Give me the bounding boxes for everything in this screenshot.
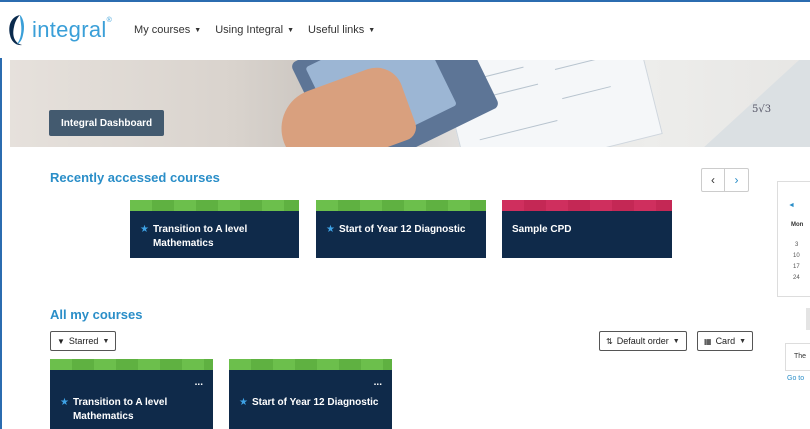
all-courses-heading: All my courses xyxy=(50,307,143,322)
banner-set-square xyxy=(690,60,810,147)
nav-item-using-integral[interactable]: Using Integral ▼ xyxy=(215,24,294,36)
course-name: Transition to A level Mathematics xyxy=(72,397,168,422)
course-color-band xyxy=(229,359,392,370)
main-menu: My courses ▼ Using Integral ▼ Useful lin… xyxy=(134,24,375,36)
recent-course-card[interactable]: ★ Start of Year 12 Diagnostic xyxy=(316,200,486,258)
calendar-day[interactable]: 10 xyxy=(793,253,800,259)
caret-down-icon: ▼ xyxy=(102,337,110,345)
side-block-text: The xyxy=(785,343,810,371)
nav-item-label: My courses xyxy=(134,24,191,36)
caret-down-icon: ▼ xyxy=(672,337,680,345)
recent-courses-heading: Recently accessed courses xyxy=(50,170,220,185)
course-title[interactable]: ★ Transition to A level Mathematics xyxy=(50,396,213,424)
course-name: Start of Year 12 Diagnostic xyxy=(251,397,379,408)
brand-logo[interactable]: integral® xyxy=(8,10,112,50)
integral-logo-icon xyxy=(8,13,26,47)
star-icon: ★ xyxy=(239,397,248,408)
course-title[interactable]: ★ Transition to A level Mathematics xyxy=(130,223,299,251)
nav-item-my-courses[interactable]: My courses ▼ xyxy=(134,24,201,36)
calendar-prev-icon[interactable]: ◄ xyxy=(788,202,795,209)
course-menu-icon[interactable]: ... xyxy=(195,377,203,388)
calendar-day[interactable]: 17 xyxy=(793,264,800,270)
nav-item-label: Useful links xyxy=(308,24,365,36)
brand-name: integral® xyxy=(32,17,113,42)
filter-label: Starred xyxy=(68,336,99,346)
course-menu-icon[interactable]: ... xyxy=(374,377,382,388)
chevron-right-icon[interactable]: › xyxy=(725,169,748,191)
grid-icon: ▦ xyxy=(704,336,712,346)
course-color-band xyxy=(130,200,299,211)
course-color-band xyxy=(502,200,672,211)
calendar-block: ◄ Mon 3 10 17 24 xyxy=(777,181,810,297)
filter-icon: ▼ xyxy=(57,336,65,346)
star-icon: ★ xyxy=(326,224,335,235)
integral-dashboard-button[interactable]: Integral Dashboard xyxy=(49,110,165,136)
top-navbar: integral® My courses ▼ Using Integral ▼ … xyxy=(0,2,810,58)
caret-down-icon: ▼ xyxy=(287,26,295,34)
recent-course-card[interactable]: ★ Transition to A level Mathematics xyxy=(130,200,299,258)
course-name: Transition to A level Mathematics xyxy=(152,224,248,249)
nav-item-useful-links[interactable]: Useful links ▼ xyxy=(308,24,375,36)
course-color-band xyxy=(50,359,213,370)
view-label: Card xyxy=(715,336,736,346)
calendar-weekday: Mon xyxy=(791,222,804,228)
caret-down-icon: ▼ xyxy=(368,26,376,34)
nav-item-label: Using Integral xyxy=(215,24,284,36)
window-left-border xyxy=(0,0,10,429)
caret-down-icon: ▼ xyxy=(739,337,747,345)
star-icon: ★ xyxy=(60,397,69,408)
recent-course-card[interactable]: Sample CPD xyxy=(502,200,672,258)
calendar-day[interactable]: 24 xyxy=(793,275,800,281)
chevron-left-icon[interactable]: ‹ xyxy=(702,169,725,191)
star-icon: ★ xyxy=(140,224,149,235)
course-name: Start of Year 12 Diagnostic xyxy=(338,224,466,235)
caret-down-icon: ▼ xyxy=(194,26,202,34)
calendar-day[interactable]: 3 xyxy=(795,242,798,248)
course-color-band xyxy=(316,200,486,211)
course-title[interactable]: ★ Start of Year 12 Diagnostic xyxy=(316,223,486,237)
side-block-link[interactable]: Go to xyxy=(787,375,804,382)
view-mode-dropdown[interactable]: ▦ Card ▼ xyxy=(697,331,754,351)
banner-math-text: 5√3 xyxy=(752,104,772,115)
sort-icon: ⇅ xyxy=(606,336,613,346)
course-card[interactable]: ... ★ Start of Year 12 Diagnostic xyxy=(229,359,392,429)
sort-order-dropdown[interactable]: ⇅ Default order ▼ xyxy=(599,331,687,351)
course-title[interactable]: ★ Start of Year 12 Diagnostic xyxy=(229,396,392,410)
sort-label: Default order xyxy=(616,336,669,346)
side-block-divider xyxy=(806,308,810,330)
course-card[interactable]: ... ★ Transition to A level Mathematics xyxy=(50,359,213,429)
course-title[interactable]: Sample CPD xyxy=(502,223,672,237)
starred-filter-dropdown[interactable]: ▼ Starred ▼ xyxy=(50,331,117,351)
carousel-controls: ‹ › xyxy=(701,168,749,192)
course-name: Sample CPD xyxy=(512,224,572,235)
